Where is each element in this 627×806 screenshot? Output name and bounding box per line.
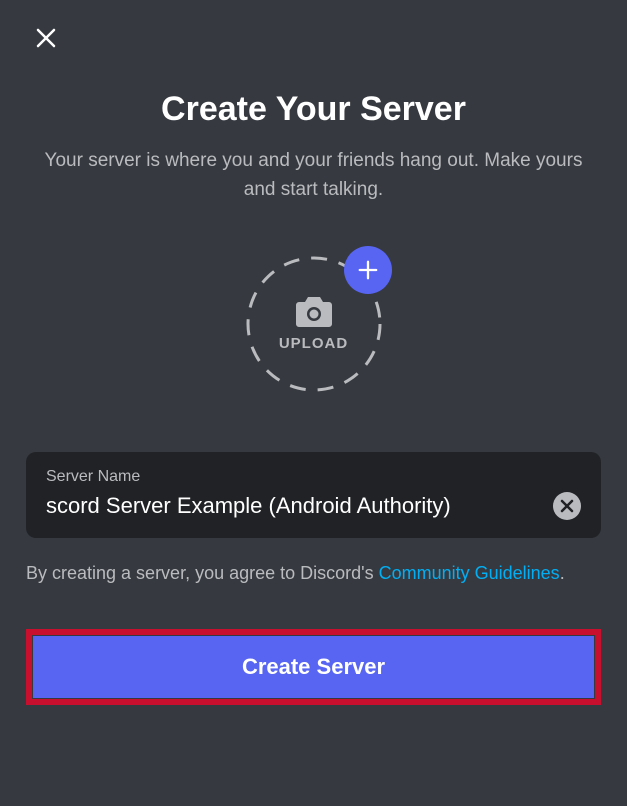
upload-avatar-button[interactable]: UPLOAD	[244, 254, 384, 394]
page-subtitle: Your server is where you and your friend…	[26, 147, 601, 204]
terms-prefix: By creating a server, you agree to Disco…	[26, 563, 379, 583]
page-title: Create Your Server	[161, 90, 466, 129]
clear-icon	[560, 499, 574, 513]
clear-input-button[interactable]	[553, 492, 581, 520]
plus-icon	[357, 259, 379, 281]
camera-icon	[296, 297, 332, 327]
create-button-highlight: Create Server	[26, 629, 601, 705]
server-name-field: Server Name	[26, 452, 601, 538]
input-label: Server Name	[46, 468, 581, 486]
server-name-input[interactable]	[46, 493, 543, 519]
plus-badge	[344, 246, 392, 294]
terms-text: By creating a server, you agree to Disco…	[26, 560, 601, 587]
community-guidelines-link[interactable]: Community Guidelines	[379, 563, 560, 583]
terms-suffix: .	[560, 563, 565, 583]
close-icon	[34, 26, 58, 50]
upload-label: UPLOAD	[279, 335, 348, 352]
create-server-button[interactable]: Create Server	[33, 636, 594, 698]
close-button[interactable]	[32, 24, 60, 52]
